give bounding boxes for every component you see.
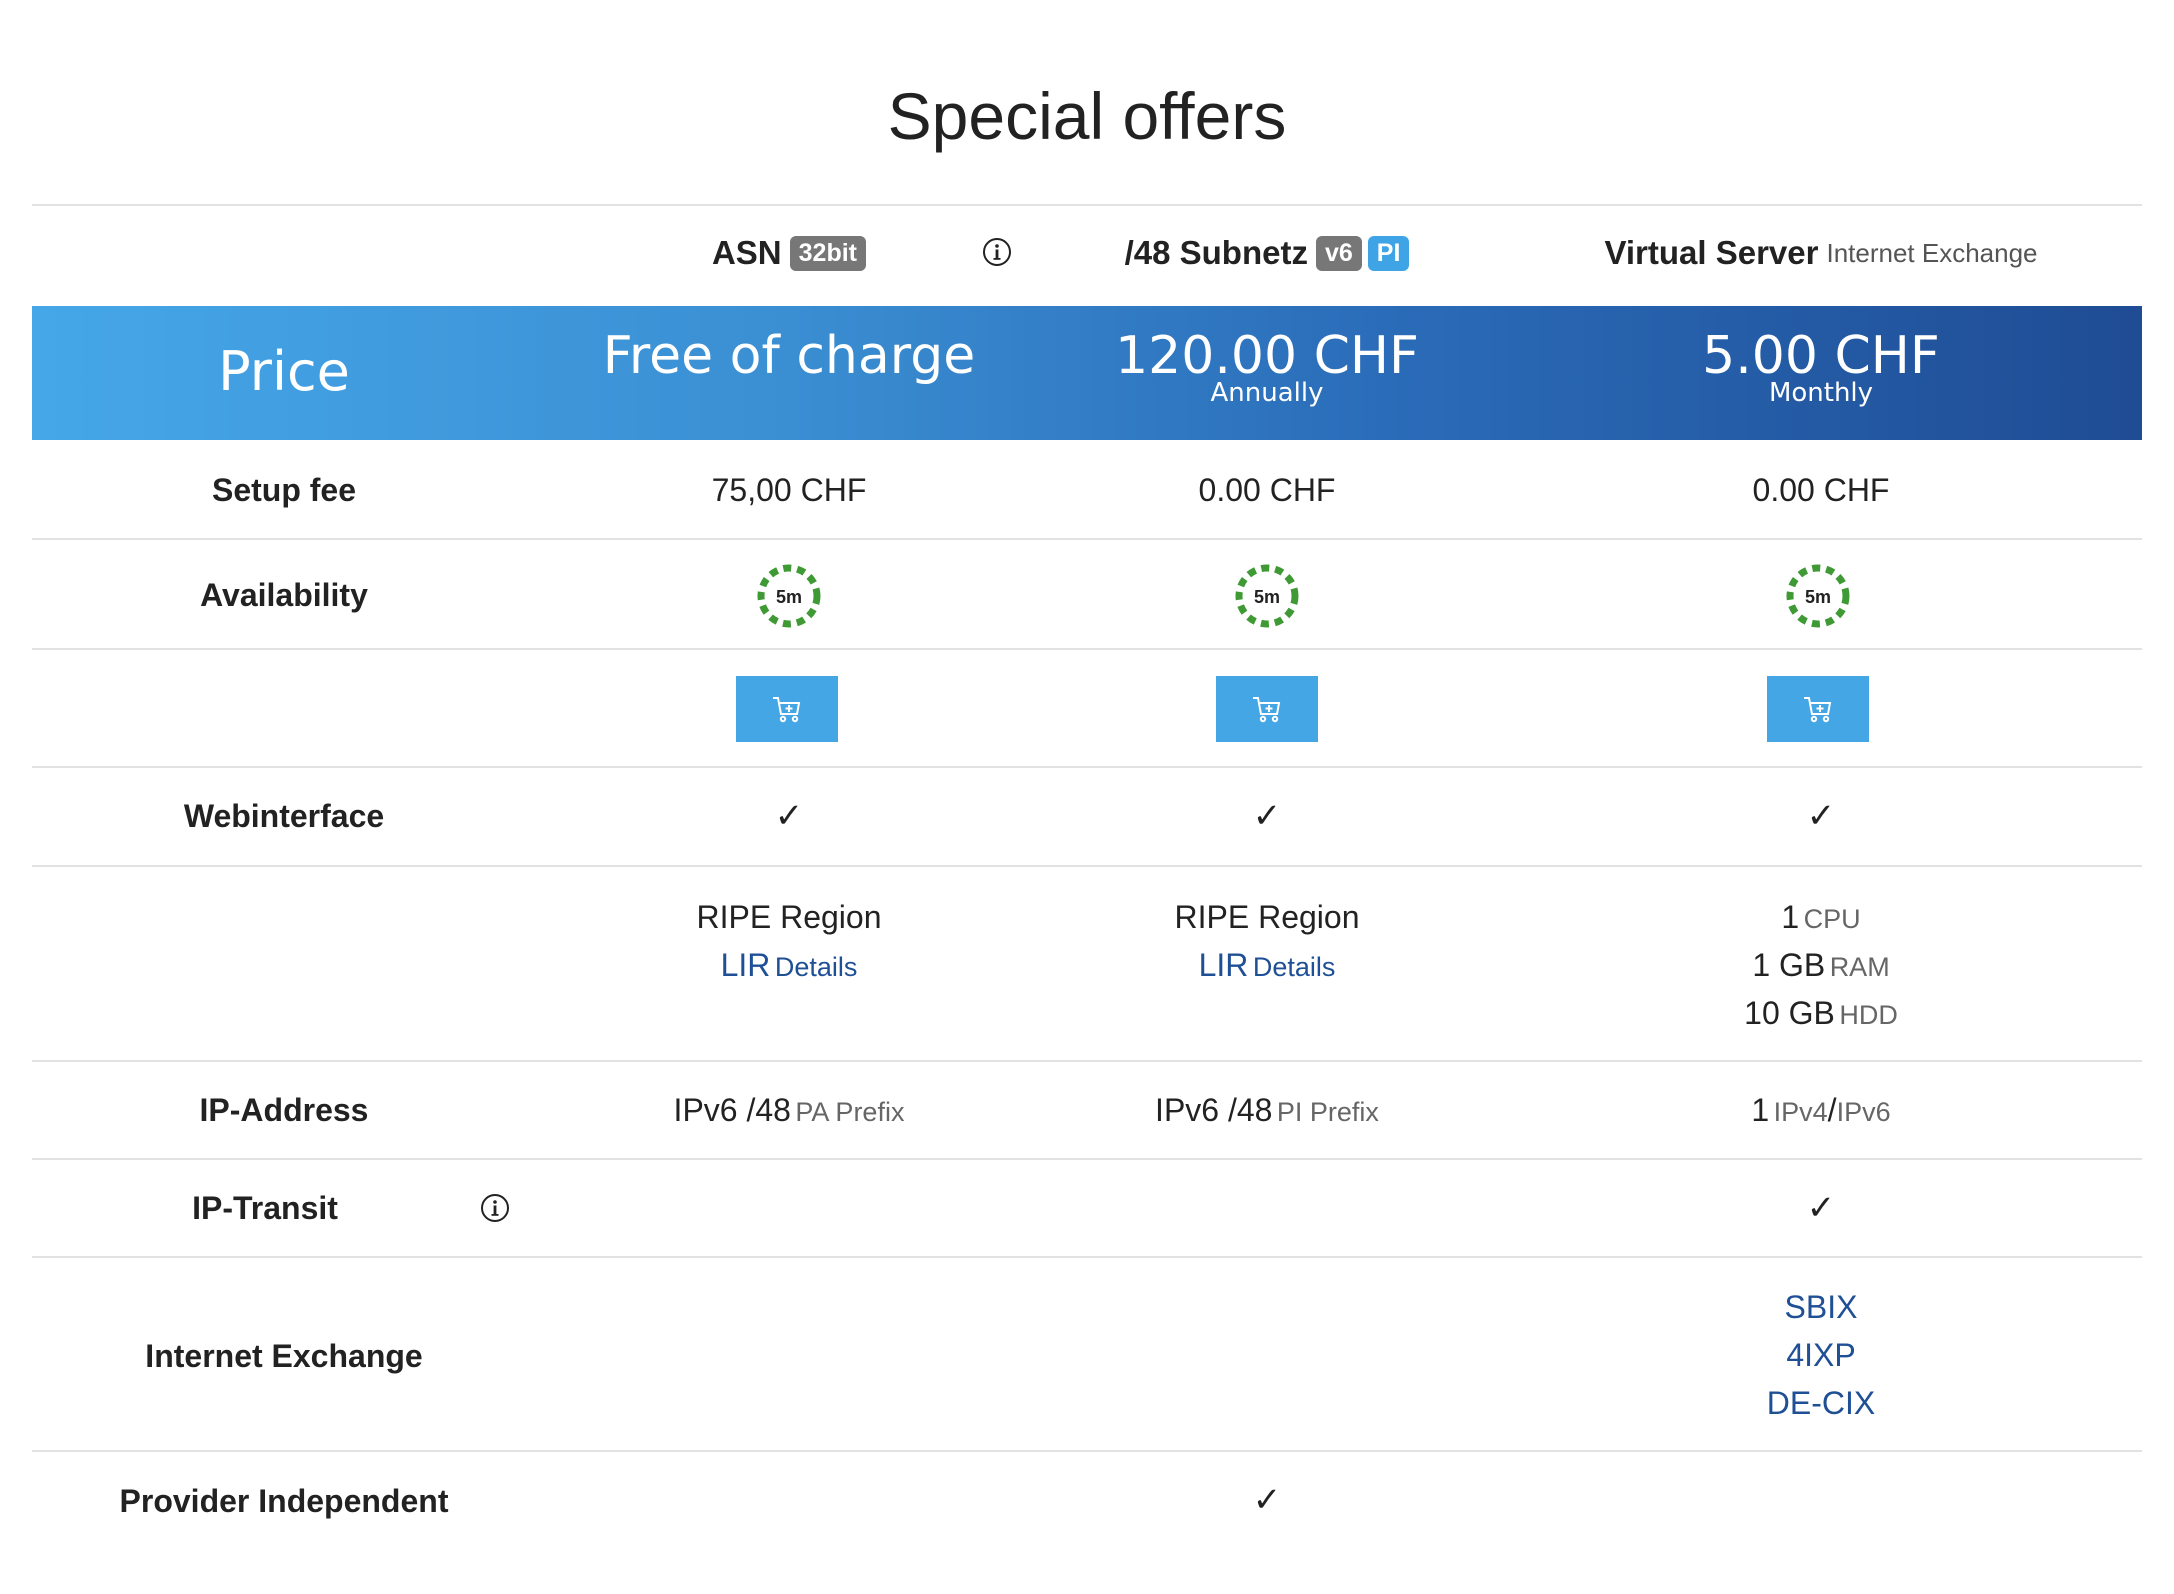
cpu-value: 1 — [1781, 899, 1800, 935]
divider — [32, 204, 2142, 206]
badge-32bit: 32bit — [789, 235, 867, 271]
availability-icon: 5m — [1235, 564, 1299, 628]
price-label: Price — [218, 340, 350, 403]
row-label-ip-transit: IP-Transit — [192, 1190, 338, 1226]
ip-address-subnet: IPv6 /48 PI Prefix — [1155, 1092, 1379, 1128]
hdd-unit: HDD — [1839, 1000, 1898, 1030]
availability-text: 5m — [1254, 587, 1280, 607]
internet-exchange-list: SBIX 4IXP DE-CIX — [1540, 1283, 2102, 1427]
price-asn: Free of charge — [602, 326, 976, 386]
cart-plus-icon — [1253, 697, 1281, 723]
setup-fee-asn: 75,00 CHF — [711, 472, 867, 508]
page-title: Special offers — [887, 79, 1287, 153]
divider — [32, 1256, 2142, 1258]
check-icon: ✓ — [1806, 1189, 1836, 1227]
details-virtual-server: 1 CPU 1 GB RAM 10 GB HDD — [1540, 893, 2102, 1037]
price-period-virtual-server: Monthly — [1768, 378, 1874, 408]
details-link[interactable]: Details — [1253, 952, 1336, 982]
lir-link[interactable]: LIR — [1199, 947, 1249, 983]
badge-pi: PI — [1367, 235, 1410, 271]
ip-address-virtual-server: 1 IPv4/IPv6 — [1751, 1092, 1891, 1128]
price-period-subnet: Annually — [1210, 378, 1324, 408]
check-icon: ✓ — [1806, 797, 1836, 835]
product-header-virtual-server: Virtual Server Internet Exchange — [1540, 234, 2102, 272]
setup-fee-virtual-server: 0.00 CHF — [1752, 472, 1890, 508]
row-label-provider-independent: Provider Independent — [119, 1483, 449, 1519]
availability-icon: 5m — [1786, 564, 1850, 628]
product-subtitle: Internet Exchange — [1826, 237, 2038, 268]
product-name: ASN — [711, 234, 782, 271]
ram-value: 1 GB — [1752, 947, 1826, 983]
info-icon[interactable] — [982, 237, 1012, 267]
product-header-subnet: /48 Subnetz v6 PI — [1042, 234, 1492, 272]
check-icon: ✓ — [1252, 797, 1282, 835]
divider — [32, 648, 2142, 650]
divider — [32, 1450, 2142, 1452]
details-asn: RIPE Region LIR Details — [536, 893, 1042, 989]
row-label-ip-address: IP-Address — [199, 1092, 369, 1128]
availability-text: 5m — [776, 587, 802, 607]
product-name: Virtual Server — [1604, 234, 1819, 271]
availability-icon: 5m — [757, 564, 821, 628]
add-to-cart-button-subnet[interactable] — [1216, 676, 1318, 742]
availability-text: 5m — [1805, 587, 1831, 607]
ip-address-asn: IPv6 /48 PA Prefix — [673, 1092, 905, 1128]
product-name: /48 Subnetz — [1124, 234, 1308, 271]
region-text: RIPE Region — [696, 899, 882, 935]
check-icon: ✓ — [774, 797, 804, 835]
check-icon: ✓ — [1252, 1481, 1282, 1519]
divider — [32, 1158, 2142, 1160]
lir-link[interactable]: LIR — [721, 947, 771, 983]
price-subnet: 120.00 CHF — [1115, 326, 1419, 386]
details-link[interactable]: Details — [775, 952, 858, 982]
row-label-webinterface: Webinterface — [183, 798, 385, 834]
divider — [32, 1060, 2142, 1062]
hdd-value: 10 GB — [1744, 995, 1835, 1031]
divider — [32, 766, 2142, 768]
setup-fee-subnet: 0.00 CHF — [1198, 472, 1336, 508]
info-icon[interactable] — [480, 1193, 510, 1223]
row-label-setup-fee: Setup fee — [211, 472, 357, 508]
ix-link-sbix[interactable]: SBIX — [1540, 1283, 2102, 1331]
ix-link-4ixp[interactable]: 4IXP — [1540, 1331, 2102, 1379]
ram-unit: RAM — [1829, 952, 1890, 982]
cart-plus-icon — [773, 697, 801, 723]
region-text: RIPE Region — [1174, 899, 1360, 935]
divider — [32, 865, 2142, 867]
row-label-internet-exchange: Internet Exchange — [145, 1338, 423, 1374]
add-to-cart-button-asn[interactable] — [736, 676, 838, 742]
cpu-unit: CPU — [1803, 904, 1861, 934]
add-to-cart-button-virtual-server[interactable] — [1767, 676, 1869, 742]
price-virtual-server: 5.00 CHF — [1702, 326, 1940, 386]
product-header-asn: ASN 32bit — [536, 234, 1042, 272]
row-label-availability: Availability — [200, 577, 368, 613]
badge-v6: v6 — [1315, 235, 1362, 271]
details-subnet: RIPE Region LIR Details — [1042, 893, 1492, 989]
cart-plus-icon — [1804, 697, 1832, 723]
divider — [32, 538, 2142, 540]
ix-link-de-cix[interactable]: DE-CIX — [1540, 1379, 2102, 1427]
